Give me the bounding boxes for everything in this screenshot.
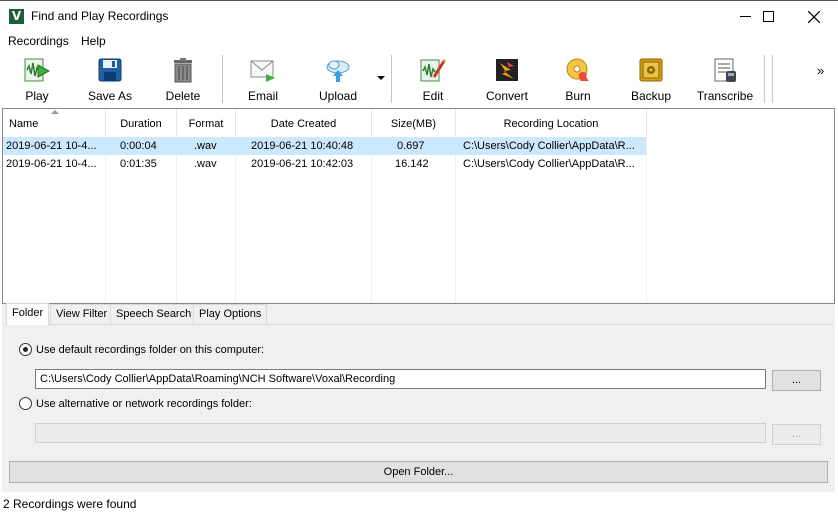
default-folder-path-field[interactable]: C:\Users\Cody Collier\AppData\Roaming\NC… xyxy=(35,369,766,389)
convert-button[interactable]: Convert xyxy=(484,55,530,105)
toolbar-overflow-button[interactable]: » xyxy=(817,63,824,78)
column-header-format[interactable]: Format xyxy=(177,109,236,137)
email-button[interactable]: Email xyxy=(246,55,280,105)
column-divider xyxy=(646,137,647,303)
transcribe-icon xyxy=(714,58,736,82)
tab-view-filter[interactable]: View Filter xyxy=(50,304,114,324)
cell-duration: 0:01:35 xyxy=(120,158,157,170)
browse-default-folder-button[interactable]: ... xyxy=(772,370,821,391)
title-bar: V Find and Play Recordings xyxy=(0,0,838,32)
table-row[interactable]: 2019-06-21 10-4... 0:01:35 .wav 2019-06-… xyxy=(3,155,646,173)
list-header: Name Duration Format Date Created Size(M… xyxy=(3,109,834,137)
backup-label: Backup xyxy=(630,89,672,103)
cell-date-created: 2019-06-21 10:42:03 xyxy=(251,158,354,170)
window-title: Find and Play Recordings xyxy=(31,9,169,23)
maximize-icon xyxy=(762,11,774,22)
open-folder-button[interactable]: Open Folder... xyxy=(9,461,828,483)
browse-alternative-folder-button: ... xyxy=(772,424,821,445)
cell-format: .wav xyxy=(194,140,217,152)
upload-label: Upload xyxy=(318,89,358,103)
backup-safe-icon xyxy=(639,58,663,82)
play-button[interactable]: Play xyxy=(22,55,52,105)
status-text: 2 Recordings were found xyxy=(3,497,137,511)
cell-duration: 0:00:04 xyxy=(120,140,157,152)
upload-dropdown-arrow[interactable] xyxy=(377,76,385,80)
recordings-list[interactable]: Name Duration Format Date Created Size(M… xyxy=(2,108,835,304)
email-icon xyxy=(250,60,275,82)
tab-folder[interactable]: Folder xyxy=(6,303,50,325)
voxal-app-icon: V xyxy=(9,9,24,24)
toolbar-separator xyxy=(391,55,392,103)
delete-button[interactable]: Delete xyxy=(165,55,201,105)
save-icon xyxy=(98,58,122,82)
default-folder-label: Use default recordings folder on this co… xyxy=(36,343,265,356)
email-label: Email xyxy=(247,89,278,103)
burn-button[interactable]: Burn xyxy=(563,55,593,105)
column-header-location[interactable]: Recording Location xyxy=(456,109,647,137)
menu-help[interactable]: Help xyxy=(81,34,106,48)
table-row[interactable]: 2019-06-21 10-4... 0:00:04 .wav 2019-06-… xyxy=(3,137,646,155)
cell-name: 2019-06-21 10-4... xyxy=(6,158,97,170)
backup-button[interactable]: Backup xyxy=(629,55,673,105)
sort-ascending-icon xyxy=(51,110,59,114)
column-header-date-created[interactable]: Date Created xyxy=(236,109,372,137)
column-header-duration[interactable]: Duration xyxy=(106,109,177,137)
convert-label: Convert xyxy=(485,89,529,103)
alternative-folder-path-field xyxy=(35,423,766,443)
toolbar: Play Save As Delete Email Upload Edit Co… xyxy=(0,51,838,107)
tab-speech-search[interactable]: Speech Search xyxy=(110,304,198,324)
alternative-folder-option[interactable]: Use alternative or network recordings fo… xyxy=(19,397,252,410)
alternative-folder-radio[interactable] xyxy=(19,397,32,410)
menu-bar: Recordings Help xyxy=(0,31,838,51)
toolbar-separator xyxy=(764,55,765,103)
toolbar-separator xyxy=(222,55,223,103)
trash-icon xyxy=(174,58,192,83)
edit-label: Edit xyxy=(422,89,444,103)
alternative-folder-label: Use alternative or network recordings fo… xyxy=(36,397,252,410)
menu-recordings[interactable]: Recordings xyxy=(8,34,69,48)
cell-name: 2019-06-21 10-4... xyxy=(6,140,97,152)
upload-cloud-icon xyxy=(326,60,350,82)
toolbar-separator xyxy=(772,55,773,103)
cell-location: C:\Users\Cody Collier\AppData\R... xyxy=(463,140,635,152)
cell-size: 16.142 xyxy=(395,158,429,170)
column-header-size[interactable]: Size(MB) xyxy=(372,109,456,137)
cell-date-created: 2019-06-21 10:40:48 xyxy=(251,140,354,152)
default-folder-option[interactable]: Use default recordings folder on this co… xyxy=(19,343,264,356)
close-button[interactable] xyxy=(791,1,837,32)
close-icon xyxy=(808,10,820,23)
save-as-label: Save As xyxy=(87,89,133,103)
cell-size: 0.697 xyxy=(397,140,425,152)
transcribe-label: Transcribe xyxy=(696,89,754,103)
play-label: Play xyxy=(25,89,49,103)
upload-button[interactable]: Upload xyxy=(317,55,359,105)
default-folder-radio[interactable] xyxy=(19,343,32,356)
save-as-button[interactable]: Save As xyxy=(88,55,132,105)
edit-waveform-icon xyxy=(420,59,446,82)
convert-icon xyxy=(496,59,518,81)
delete-label: Delete xyxy=(165,89,201,103)
maximize-button[interactable] xyxy=(745,1,791,32)
play-icon xyxy=(24,58,50,82)
cell-format: .wav xyxy=(194,158,217,170)
status-bar: 2 Recordings were found xyxy=(0,492,838,515)
burn-disc-icon xyxy=(566,58,589,81)
edit-button[interactable]: Edit xyxy=(418,55,448,105)
cell-location: C:\Users\Cody Collier\AppData\R... xyxy=(463,158,635,170)
transcribe-button[interactable]: Transcribe xyxy=(697,55,753,105)
burn-label: Burn xyxy=(565,89,591,103)
tab-play-options[interactable]: Play Options xyxy=(193,304,268,324)
